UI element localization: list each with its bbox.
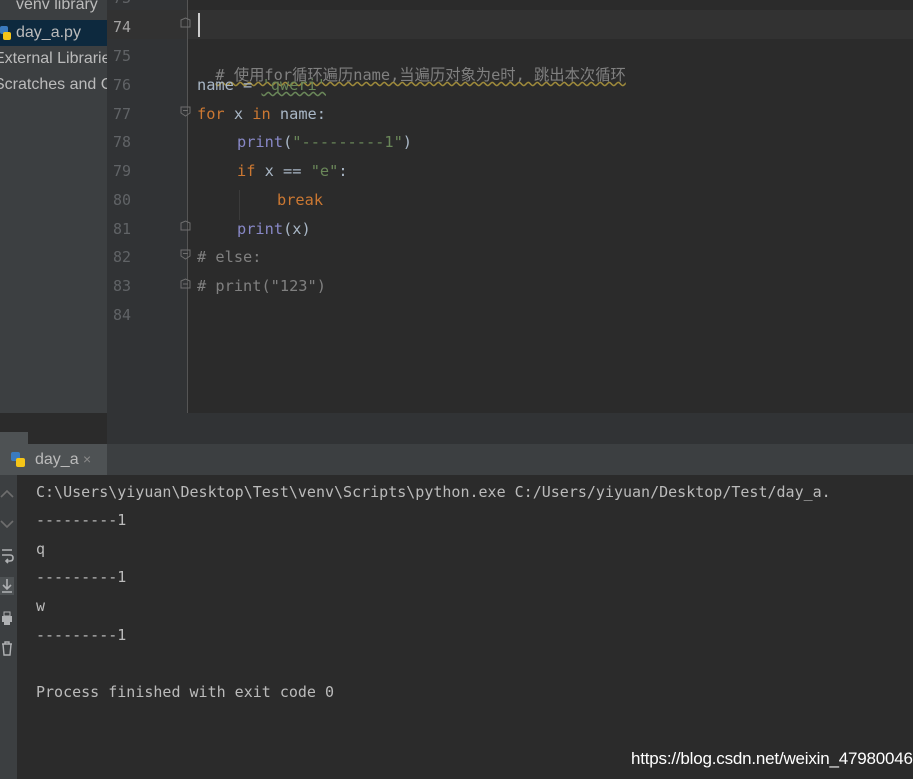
keyword: for: [197, 105, 225, 123]
scroll-to-end-icon[interactable]: [0, 577, 14, 595]
builtin-function: print: [237, 133, 284, 151]
tree-item-label: day_a.py: [16, 24, 81, 41]
tree-item-label: venv library: [16, 0, 98, 13]
tree-item-external-libraries[interactable]: External Libraries: [0, 46, 107, 72]
python-file-icon: [0, 26, 11, 40]
code-line-80: break: [277, 190, 323, 210]
console-line: q: [36, 540, 46, 558]
run-panel-header: [0, 444, 913, 475]
tree-item-scratches[interactable]: Scratches and Consoles: [0, 72, 107, 98]
project-tree: venv library day_a.py External Libraries…: [0, 0, 107, 413]
chevron-up-icon[interactable]: [0, 485, 14, 503]
tree-item-label: Scratches and Consoles: [0, 76, 107, 93]
code-line-78: print("---------1"): [237, 132, 412, 152]
code-line-76: name = 'qweri': [197, 75, 326, 95]
console-line: Process finished with exit code 0: [36, 683, 335, 701]
code-text: x ==: [255, 162, 311, 180]
python-file-icon: [11, 452, 25, 467]
indent-guide: [239, 190, 240, 220]
line-number: 78: [113, 133, 132, 151]
gutter-divider: [187, 0, 188, 413]
operator: =: [233, 76, 262, 94]
comment-text: # print("123"): [197, 277, 326, 295]
string-literal: 'qweri': [261, 76, 326, 94]
line-number: 81: [113, 220, 132, 238]
code-text: (: [283, 133, 293, 151]
fold-marker-icon[interactable]: [180, 249, 191, 260]
line-number: 75: [113, 47, 132, 65]
code-text: ): [402, 133, 413, 151]
comment-text: # else:: [197, 248, 262, 266]
trash-icon[interactable]: [0, 639, 14, 657]
console-line: ---------1: [36, 568, 127, 586]
code-line-83: # print("123"): [197, 276, 326, 296]
editor-bottom-area: [107, 413, 913, 444]
run-toolbar: [0, 475, 17, 779]
watermark-text: https://blog.csdn.net/weixin_47980046: [631, 749, 913, 768]
text-caret: [198, 13, 200, 37]
identifier: name: [197, 76, 234, 94]
line-number: 84: [113, 306, 132, 324]
console-line: w: [36, 597, 46, 615]
line-number: 83: [113, 277, 132, 295]
string-literal: "e": [310, 162, 339, 180]
fold-marker-icon[interactable]: [180, 278, 191, 289]
run-tab-day-a[interactable]: day_a ×: [0, 444, 107, 475]
string-literal: "---------1": [292, 133, 403, 151]
console-line: C:\Users\yiyuan\Desktop\Test\venv\Script…: [36, 483, 831, 501]
keyword: if: [237, 162, 256, 180]
fold-marker-icon[interactable]: [180, 17, 191, 28]
code-text: :: [338, 162, 348, 180]
line-number: 76: [113, 76, 132, 94]
fold-marker-icon[interactable]: [180, 220, 191, 231]
console-line: ---------1: [36, 626, 127, 644]
tree-item-label: External Libraries: [0, 50, 107, 67]
fold-marker-icon[interactable]: [180, 106, 191, 117]
line-number: 82: [113, 248, 132, 266]
soft-wrap-icon[interactable]: [0, 547, 14, 565]
tree-item-day-a-py[interactable]: day_a.py: [0, 20, 107, 46]
code-line-77: for x in name:: [197, 104, 326, 124]
panel-splitter[interactable]: [0, 432, 28, 444]
keyword: break: [277, 191, 324, 209]
chevron-down-icon[interactable]: [0, 515, 14, 533]
code-line-82: # else:: [197, 247, 261, 267]
builtin-function: print: [237, 220, 284, 238]
code-text: (x): [283, 220, 311, 238]
tree-item-venv[interactable]: venv library: [0, 0, 107, 18]
line-number: 74: [113, 18, 132, 36]
line-number: 80: [113, 191, 132, 209]
line-number: 77: [113, 105, 132, 123]
console-output[interactable]: [17, 475, 913, 779]
close-icon[interactable]: ×: [83, 451, 91, 467]
line-number: 79: [113, 162, 132, 180]
run-tab-label: day_a: [35, 451, 79, 468]
code-line-81: print(x): [237, 219, 311, 239]
code-line-79: if x == "e":: [237, 161, 348, 181]
line-number: 73: [113, 0, 153, 8]
keyword: in: [252, 105, 271, 123]
identifier: x: [224, 105, 253, 123]
console-line: ---------1: [36, 511, 127, 529]
current-line-highlight: [107, 10, 913, 39]
print-icon[interactable]: [0, 609, 14, 627]
code-text: name:: [270, 105, 326, 123]
